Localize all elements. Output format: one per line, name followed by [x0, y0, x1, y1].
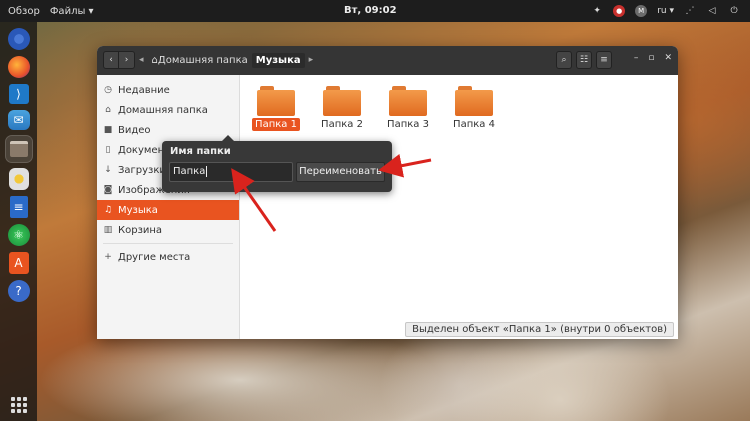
- folder-label: Папка 1: [252, 118, 300, 131]
- view-toggle-button[interactable]: ☷: [576, 51, 592, 69]
- software-icon[interactable]: A: [8, 252, 29, 274]
- folder-label: Папка 2: [321, 119, 363, 130]
- breadcrumb: ◂ ⌂Домашняя папка Музыка ▸: [139, 51, 317, 69]
- sidebar-item-recent[interactable]: ◷ Недавние: [97, 80, 239, 100]
- trash-icon: ▥: [103, 225, 113, 235]
- mail-indicator-icon[interactable]: M: [635, 5, 648, 17]
- back-button[interactable]: ‹: [103, 51, 119, 69]
- sidebar-item-videos[interactable]: ■ Видео: [97, 120, 239, 140]
- forward-button[interactable]: ›: [119, 51, 135, 69]
- sidebar-item-home[interactable]: ⌂ Домашняя папка: [97, 100, 239, 120]
- home-icon: ⌂: [105, 105, 111, 115]
- search-button[interactable]: ⌕: [556, 51, 572, 69]
- mail-icon[interactable]: ✉: [7, 110, 30, 130]
- folder-label: Папка 4: [453, 119, 495, 130]
- breadcrumb-music[interactable]: Музыка: [251, 52, 305, 68]
- folder-icon: [455, 86, 493, 116]
- file-view[interactable]: Папка 1 Папка 2 Папка 3 Папка 4 Выделен …: [241, 75, 678, 339]
- sidebar-item-other-locations[interactable]: + Другие места: [97, 247, 239, 267]
- accessibility-icon[interactable]: ✦: [591, 5, 603, 17]
- folder-item[interactable]: Папка 1: [246, 86, 306, 131]
- dock: ⟩ ✉ ≡ ⚛ A ?: [0, 22, 37, 421]
- popover-title: Имя папки: [170, 146, 231, 157]
- folder-item[interactable]: Папка 2: [312, 86, 372, 131]
- sidebar-item-music[interactable]: ♫ Музыка: [97, 200, 239, 220]
- help-icon[interactable]: ?: [7, 280, 30, 302]
- indicator-icon[interactable]: ●: [613, 5, 626, 17]
- clock-icon: ◷: [104, 85, 112, 95]
- chromium-icon[interactable]: [7, 28, 30, 50]
- volume-icon[interactable]: ◁: [706, 5, 718, 17]
- music-icon: ♫: [103, 205, 113, 215]
- folder-item[interactable]: Папка 3: [378, 86, 438, 131]
- sidebar: ◷ Недавние ⌂ Домашняя папка ■ Видео ▯ Докуме…: [97, 75, 240, 339]
- status-bar: Выделен объект «Папка 1» (внутри 0 объек…: [405, 322, 674, 337]
- list-view-icon: ☷: [579, 55, 589, 65]
- folder-label: Папка 3: [387, 119, 429, 130]
- rename-popover: Имя папки Папка Переименовать: [162, 135, 392, 192]
- power-icon[interactable]: ⏻: [728, 5, 740, 17]
- folder-icon: [323, 86, 361, 116]
- files-window: ‹ › ◂ ⌂Домашняя папка Музыка ▸ ⌕ ☷ ≡ – ▫…: [97, 46, 678, 339]
- download-icon: ↓: [104, 165, 112, 175]
- clock[interactable]: Вт, 09:02: [344, 0, 397, 22]
- sidebar-divider: [103, 243, 233, 244]
- text-caret: [206, 165, 208, 177]
- path-right-arrow-icon[interactable]: ▸: [309, 55, 314, 65]
- video-icon: ■: [103, 125, 113, 135]
- files-icon[interactable]: [4, 135, 33, 163]
- rhythmbox-icon[interactable]: [8, 168, 29, 190]
- vscode-icon[interactable]: ⟩: [8, 84, 29, 104]
- document-icon: ▯: [105, 145, 111, 155]
- apps-grid-icon[interactable]: [11, 397, 27, 413]
- plus-icon: +: [104, 252, 112, 262]
- writer-icon[interactable]: ≡: [9, 196, 28, 218]
- firefox-icon[interactable]: [7, 56, 30, 78]
- menu-button[interactable]: ≡: [596, 51, 612, 69]
- language-switcher[interactable]: ru ▾: [657, 5, 674, 17]
- folder-name-input[interactable]: Папка: [169, 162, 293, 182]
- breadcrumb-home[interactable]: ⌂Домашняя папка: [148, 53, 252, 68]
- files-app-menu[interactable]: Файлы ▾: [50, 6, 94, 17]
- image-icon: ◙: [103, 185, 113, 195]
- top-bar: Обзор Файлы ▾ Вт, 09:02 ✦ ● M ru ▾ ⋰ ◁ ⏻: [0, 0, 750, 22]
- minimize-icon[interactable]: –: [634, 53, 639, 63]
- close-icon[interactable]: ✕: [664, 53, 672, 63]
- network-icon[interactable]: ⋰: [684, 5, 696, 17]
- header-bar: ‹ › ◂ ⌂Домашняя папка Музыка ▸ ⌕ ☷ ≡ – ▫…: [97, 46, 678, 75]
- hamburger-icon: ≡: [600, 55, 608, 65]
- sidebar-item-trash[interactable]: ▥ Корзина: [97, 220, 239, 240]
- search-icon: ⌕: [561, 55, 567, 65]
- popover-pointer: [222, 135, 234, 141]
- folder-icon: [389, 86, 427, 116]
- folder-icon: [257, 86, 295, 116]
- path-left-arrow-icon[interactable]: ◂: [139, 55, 144, 65]
- atom-icon[interactable]: ⚛: [7, 224, 30, 246]
- folder-item[interactable]: Папка 4: [444, 86, 504, 131]
- activities-button[interactable]: Обзор: [8, 6, 40, 17]
- rename-button[interactable]: Переименовать: [296, 162, 385, 182]
- maximize-icon[interactable]: ▫: [648, 53, 654, 63]
